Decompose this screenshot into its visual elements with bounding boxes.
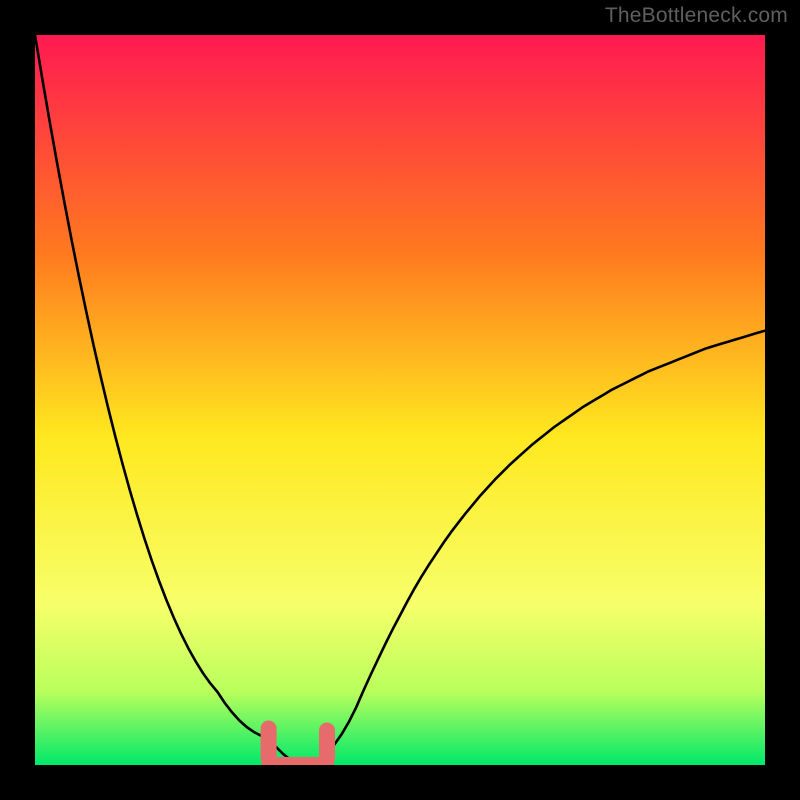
bottleneck-curve-chart (35, 35, 765, 765)
watermark-text: TheBottleneck.com (605, 4, 788, 28)
chart-background-gradient (35, 35, 765, 765)
chart-plot-area (35, 35, 765, 765)
